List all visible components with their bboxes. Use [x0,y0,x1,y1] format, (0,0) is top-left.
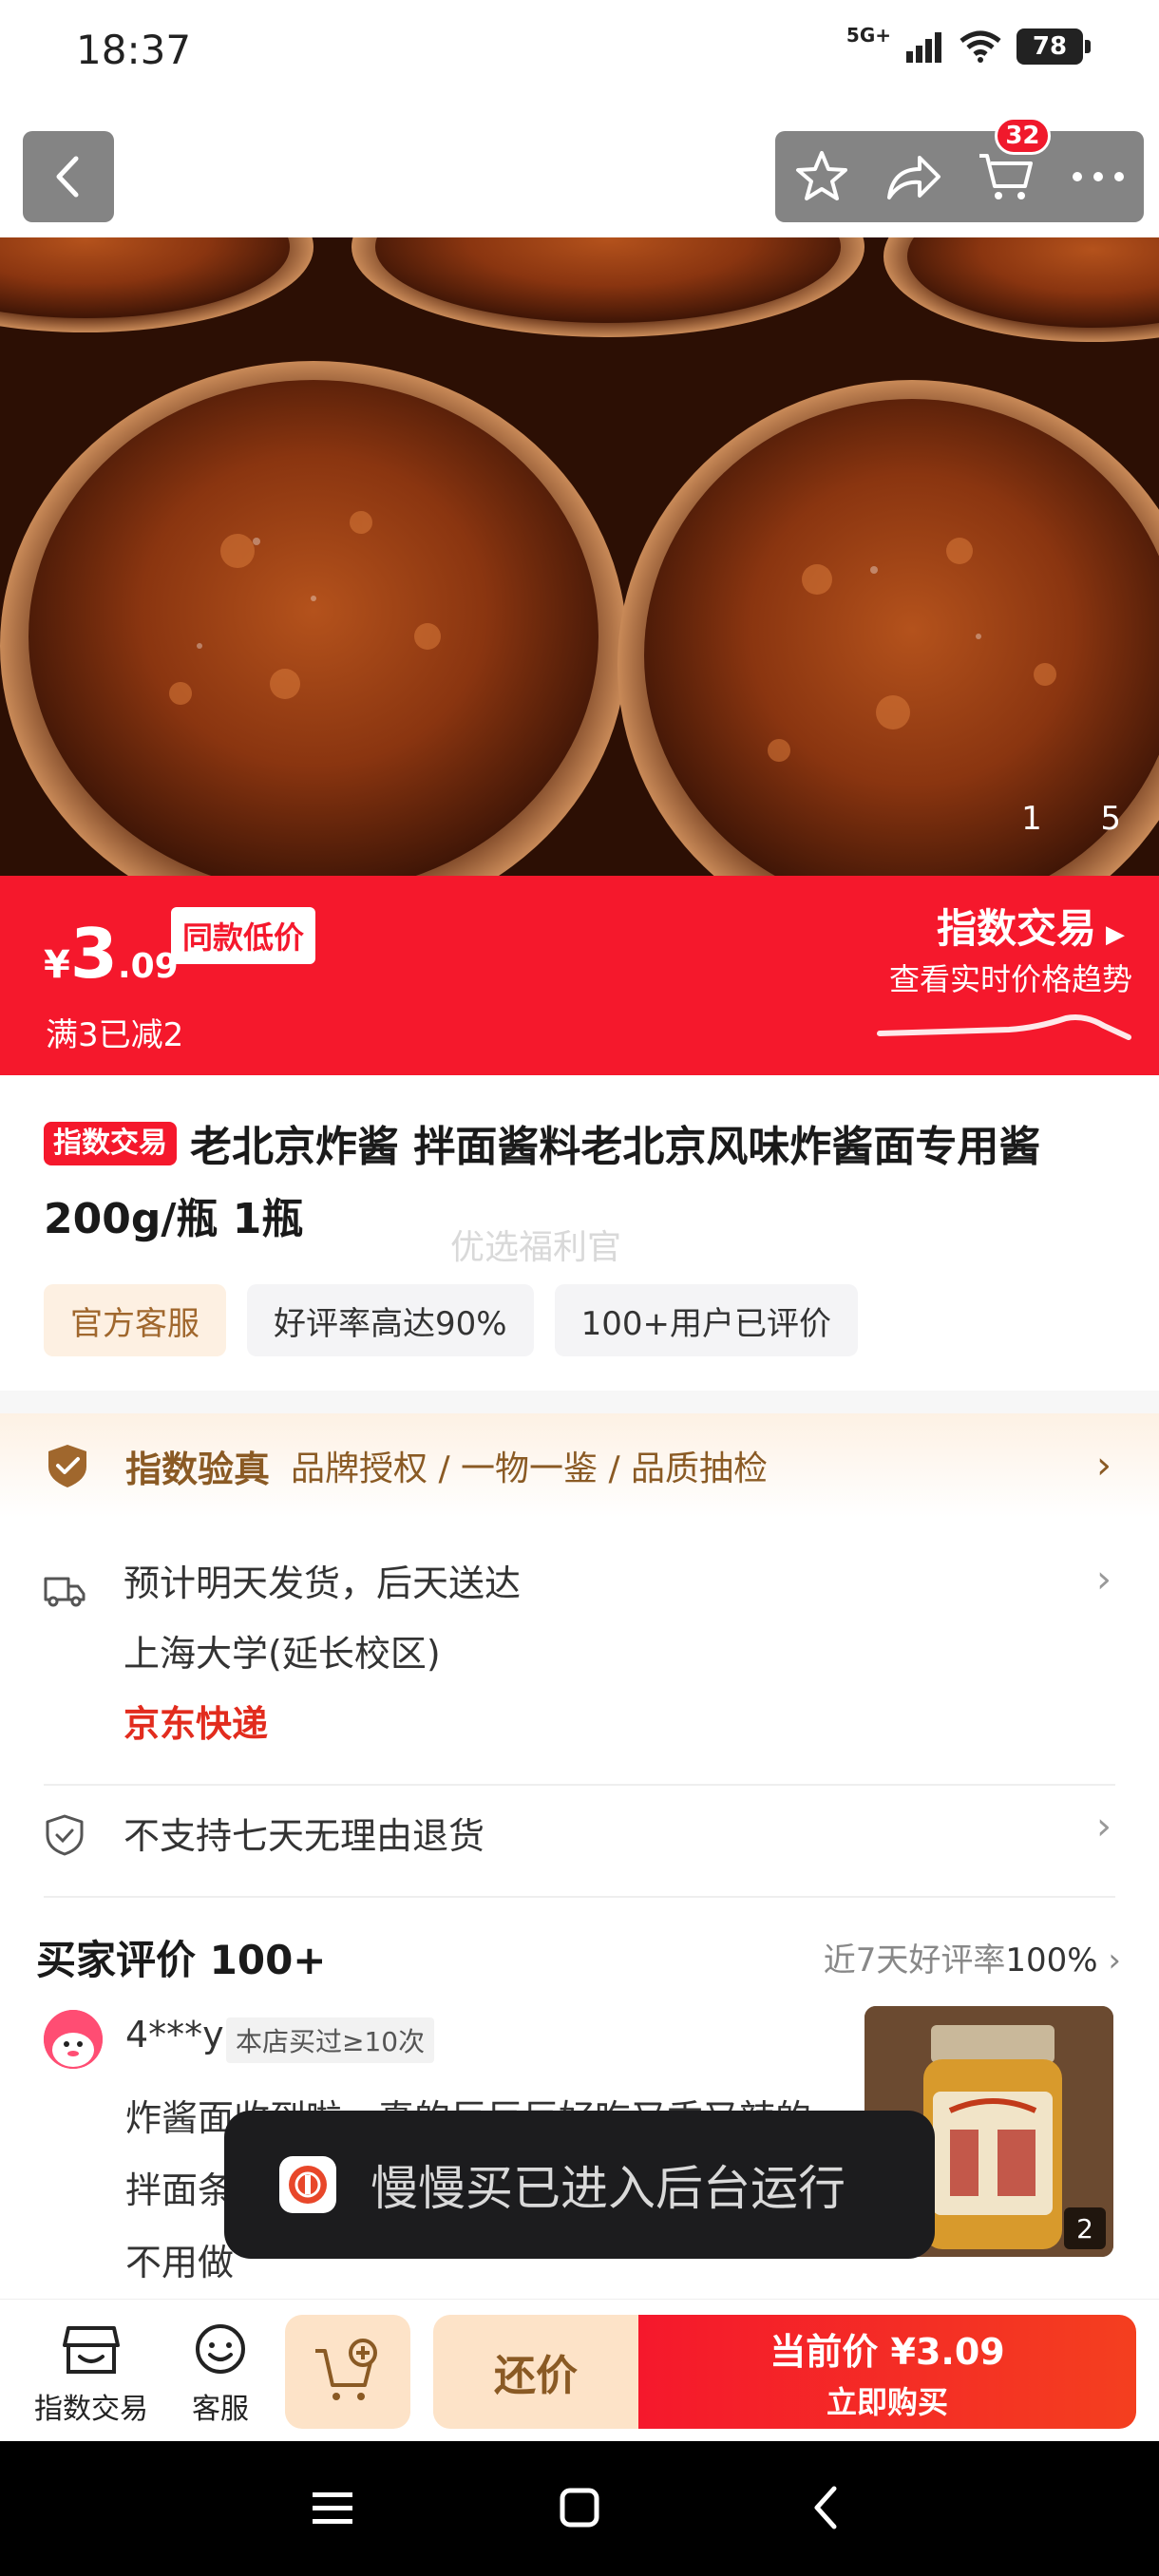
repeat-buyer-badge: 本店买过≥10次 [226,2017,435,2063]
share-icon [886,156,940,199]
shield-outline-icon [46,1814,84,1856]
reviews-rate-label: 近7天好评率 [823,1941,1006,1979]
reviews-title: 买家评价 100+ [36,1937,327,1983]
section-divider [0,1391,1159,1413]
price-decimal: .09 [117,947,179,986]
cart-button[interactable]: 32 [973,117,1051,210]
index-trade-tab[interactable]: 指数交易 [34,2322,148,2427]
store-icon [63,2326,120,2374]
menu-icon [313,2492,352,2524]
battery-indicator: 78 [1016,28,1091,65]
home-button[interactable] [551,2479,608,2536]
smiley-service-icon [196,2324,245,2374]
avatar [44,2010,103,2069]
image-counter: 1 5 [1021,800,1121,838]
delivery-truck-icon [44,1577,86,1607]
menu-button[interactable] [304,2479,361,2536]
delivery-address: 上海大学(延长校区) [124,1633,441,1675]
delivery-carrier: 京东快递 [124,1703,269,1745]
star-icon [795,151,847,200]
caret-right-icon: ▶ [1106,920,1125,949]
reviews-rate-value: 100% [1005,1941,1098,1979]
image-index: 1 [1021,800,1042,838]
photo-count: 2 [1064,2207,1106,2249]
watermark: 优选福利官 [450,1228,622,1267]
signal-icon [906,32,941,63]
back-button[interactable] [23,131,114,222]
chevron-left-icon [56,156,79,198]
more-button[interactable] [1065,143,1131,210]
reviews-rate: 近7天好评率100% › [824,1934,1121,1980]
status-icons: 5G+ 78 [846,24,1091,65]
index-trade-link[interactable]: 指数交易 ▶ [937,897,1125,955]
product-photo [0,237,1159,876]
rating-chip[interactable]: 好评率高达90% [247,1284,534,1356]
cart-plus-icon [315,2339,377,2400]
chevron-right-icon: › [1096,1444,1112,1487]
buy-now-label: 立即购买 [826,2383,948,2420]
price-integer: 3 [69,914,118,994]
background-toast: 慢慢买已进入后台运行 [224,2111,935,2259]
index-trade-tab-label: 指数交易 [34,2393,148,2426]
favorite-button[interactable] [788,143,855,210]
customer-service-tab[interactable]: 客服 [190,2322,251,2427]
status-time: 18:37 [76,27,192,73]
chevron-right-icon: › [1096,1558,1112,1601]
title-tag: 指数交易 [44,1122,177,1165]
delivery-row[interactable]: 预计明天发货，后天送达 上海大学(延长校区) 京东快递 › [0,1548,1159,1776]
reviews-count-chip[interactable]: 100+用户已评价 [554,1284,858,1356]
toast-message: 慢慢买已进入后台运行 [370,2161,846,2216]
cart-count-badge: 32 [995,117,1051,155]
current-price: ¥ 3 .09 [44,914,179,994]
more-dots-icon [1072,172,1124,181]
product-image-carousel[interactable]: 1 5 [0,237,1159,876]
buy-current-price: 当前价 ¥3.09 [770,2330,1005,2373]
customer-service-label: 客服 [192,2393,249,2426]
bottom-action-bar: 指数交易 客服 还价 当前价 ¥3.09 立即购买 [0,2299,1159,2441]
status-bar: 18:37 5G+ 78 [0,0,1159,104]
top-action-group: 32 [775,117,1144,222]
wifi-icon [960,30,1001,63]
share-button[interactable] [881,143,947,210]
authenticity-items: 品牌授权 / 一物一鉴 / 品质抽检 [291,1449,769,1488]
authenticity-row[interactable]: 指数验真 品牌授权 / 一物一鉴 / 品质抽检 › [0,1413,1159,1518]
home-square-icon [560,2488,599,2528]
promo-text: 满3已减2 [46,1016,184,1054]
index-trade-label: 指数交易 [936,905,1096,952]
price-trend-sparkline [877,1014,1131,1040]
chevron-right-icon: › [1097,1941,1121,1979]
price-trend-link[interactable]: 查看实时价格趋势 [889,956,1132,999]
return-policy-row[interactable]: 不支持七天无理由退货 › [0,1786,1159,1890]
network-label: 5G+ [846,24,891,47]
currency-symbol: ¥ [44,943,70,987]
price-banner: ¥ 3 .09 同款低价 满3已减2 指数交易 ▶ 查看实时价格趋势 [0,876,1159,1075]
shield-check-icon [48,1445,86,1487]
official-service-chip[interactable]: 官方客服 [44,1284,226,1356]
reviews-header[interactable]: 买家评价 100+ 近7天好评率100% › [0,1921,1159,1997]
cart-icon [978,154,1033,199]
image-total: 5 [1100,800,1121,838]
authenticity-title: 指数验真 [125,1448,271,1490]
chevron-right-icon: › [1096,1805,1112,1848]
app-logo-icon [279,2156,336,2213]
delivery-eta: 预计明天发货，后天送达 [124,1563,522,1604]
back-arrow-icon [814,2486,837,2529]
return-policy-text: 不支持七天无理由退货 [124,1815,485,1857]
delivery-info: 预计明天发货，后天送达 上海大学(延长校区) 京东快递 [124,1548,521,1759]
add-to-cart-button[interactable] [285,2315,410,2429]
feature-chips: 官方客服 好评率高达90% 100+用户已评价 [44,1284,858,1356]
bargain-button[interactable]: 还价 [433,2315,638,2429]
system-back-button[interactable] [798,2479,855,2536]
reviewer-name: 4***y [125,2014,224,2055]
same-low-price-badge: 同款低价 [171,907,316,964]
buy-now-button[interactable]: 当前价 ¥3.09 立即购买 [638,2315,1136,2429]
system-navigation-bar [0,2441,1159,2576]
avatar-image [44,2010,103,2069]
divider [44,1896,1115,1898]
